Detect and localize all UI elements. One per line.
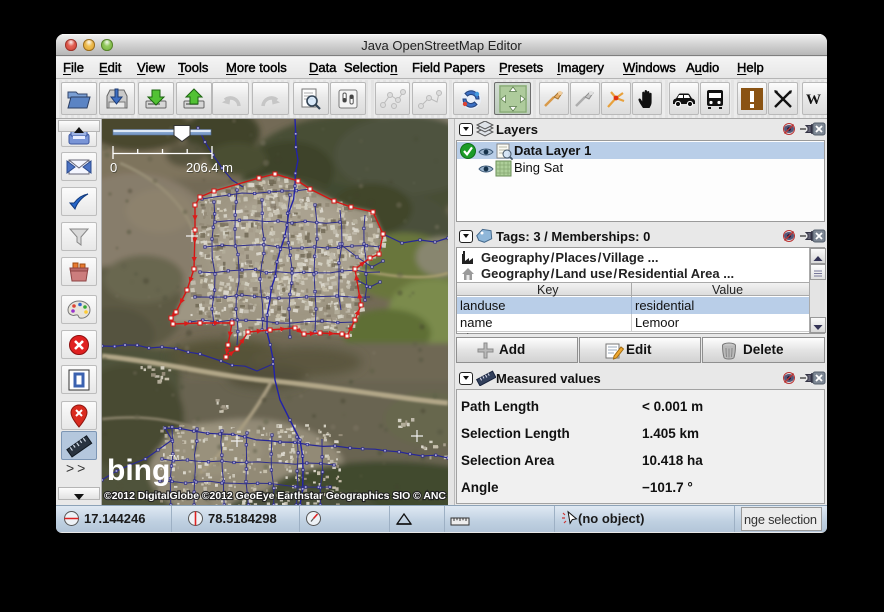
svg-text:bing: bing — [107, 454, 170, 487]
svg-text:©2012 DigitalGlobe ©2012 GeoEy: ©2012 DigitalGlobe ©2012 GeoEye Earthsta… — [104, 490, 446, 502]
svg-text:0: 0 — [110, 160, 117, 175]
svg-text:TM: TM — [169, 455, 179, 462]
svg-text:206.4 m: 206.4 m — [186, 160, 233, 175]
svg-text:W: W — [806, 92, 821, 108]
